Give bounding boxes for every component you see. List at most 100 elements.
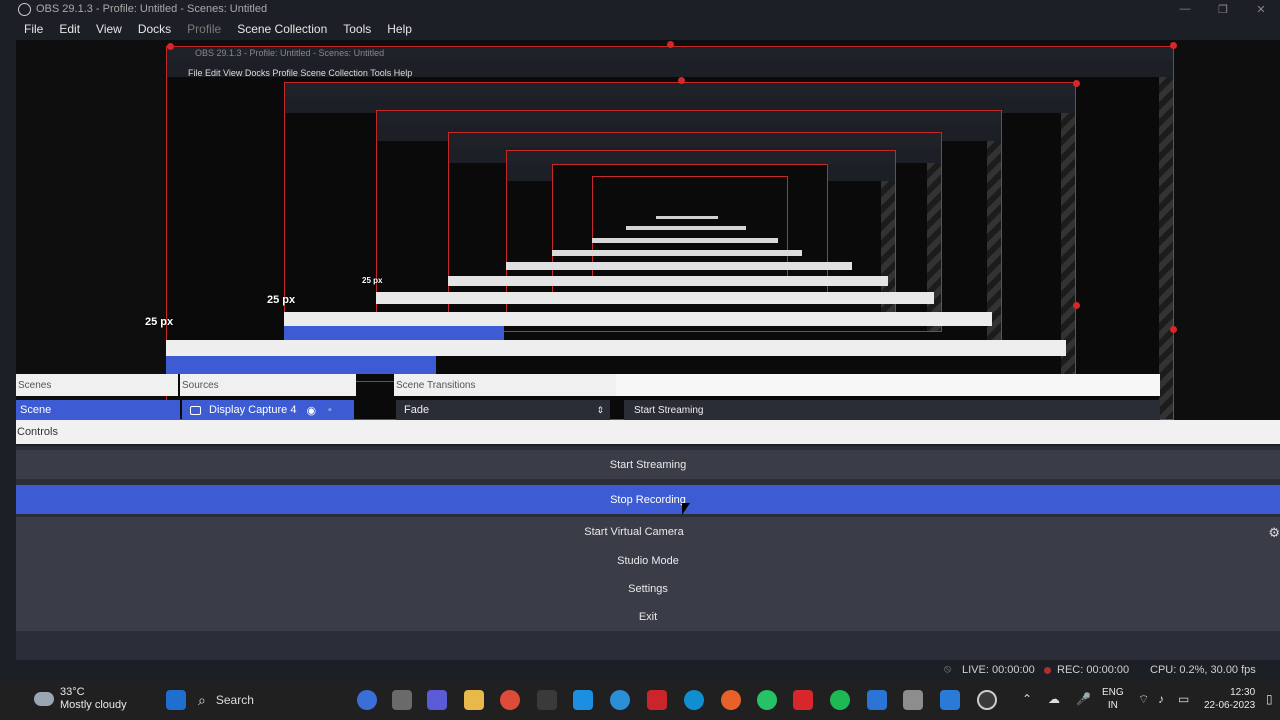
minimize-button[interactable]: — xyxy=(1166,0,1204,18)
cpu-usage: CPU: 0.2%, 30.00 fps xyxy=(1150,664,1256,676)
lang-bottom: IN xyxy=(1107,700,1118,711)
language-indicator[interactable]: ENG IN xyxy=(1102,686,1124,712)
teams-icon[interactable] xyxy=(427,690,447,710)
start-virtual-camera-label: Start Virtual Camera xyxy=(584,525,684,538)
resize-handle[interactable] xyxy=(1073,302,1080,309)
vscode-icon[interactable] xyxy=(940,690,960,710)
nested-scene-strip-2 xyxy=(284,326,504,340)
mouse-cursor xyxy=(682,503,690,515)
menu-bar: File Edit View Docks Profile Scene Colle… xyxy=(0,18,1280,40)
menu-edit[interactable]: Edit xyxy=(59,22,80,36)
window-title: OBS 29.1.3 - Profile: Untitled - Scenes:… xyxy=(36,3,268,15)
menu-tools[interactable]: Tools xyxy=(343,22,371,36)
distance-label: 25 px xyxy=(267,294,296,306)
resize-handle[interactable] xyxy=(678,77,685,84)
task-view-icon[interactable] xyxy=(392,690,412,710)
volume-icon[interactable]: ♪ xyxy=(1158,692,1164,706)
display-capture-icon xyxy=(190,405,201,415)
lang-top: ENG xyxy=(1102,687,1124,698)
menu-docks[interactable]: Docks xyxy=(138,22,171,36)
nested-docks-strip-1 xyxy=(166,340,1066,356)
app-icon[interactable] xyxy=(573,690,593,710)
maximize-button[interactable]: ❐ xyxy=(1204,0,1242,18)
controls-dock: Start Streaming Stop Recording Start Vir… xyxy=(16,446,1280,660)
whatsapp-icon[interactable] xyxy=(757,690,777,710)
nested-docks-strip-8 xyxy=(626,226,746,230)
transition-value: Fade xyxy=(404,404,430,416)
store-icon[interactable] xyxy=(537,690,557,710)
copilot-icon[interactable] xyxy=(357,690,377,710)
live-timer: LIVE: 00:00:00 xyxy=(962,664,1035,676)
clock[interactable]: 12:30 22-06-2023 xyxy=(1204,686,1255,712)
scene-list-item[interactable]: Scene xyxy=(16,400,180,420)
preview-canvas[interactable]: OBS 29.1.3 - Profile: Untitled - Scenes:… xyxy=(16,40,1280,420)
wifi-icon[interactable]: ⌔ xyxy=(1138,692,1149,707)
chrome-icon[interactable] xyxy=(500,690,520,710)
cloud-icon xyxy=(34,692,54,706)
gear-icon[interactable]: ⚙ xyxy=(1268,525,1280,541)
start-streaming-button[interactable]: Start Streaming xyxy=(16,450,1280,480)
nested-scene-strip-1 xyxy=(166,356,436,374)
eye-icon[interactable]: ◉ xyxy=(306,404,316,417)
battery-icon[interactable]: ▭ xyxy=(1178,692,1189,706)
menu-scene-collection[interactable]: Scene Collection xyxy=(237,22,327,36)
shield-app-icon[interactable] xyxy=(647,690,667,710)
distance-label: 25 px xyxy=(362,276,383,285)
nested-docks-strip-3 xyxy=(376,292,934,304)
menu-profile[interactable]: Profile xyxy=(187,22,221,36)
notification-icon[interactable]: ▯ xyxy=(1266,692,1273,706)
firefox-icon[interactable] xyxy=(721,690,741,710)
spotify-icon[interactable] xyxy=(830,690,850,710)
search-icon: ⌕ xyxy=(198,691,206,708)
source-list-item[interactable]: Display Capture 4 ◉ ▪ xyxy=(182,400,354,420)
app-icon[interactable] xyxy=(867,690,887,710)
nested-docks-strip-4 xyxy=(448,276,888,286)
studio-mode-button[interactable]: Studio Mode xyxy=(16,546,1280,576)
resize-handle[interactable] xyxy=(1073,80,1080,87)
weather-condition: Mostly cloudy xyxy=(60,699,127,711)
taskbar: 33°C Mostly cloudy ⌕ Search ⌃ ☁ 🎤 ENG IN… xyxy=(0,680,1280,720)
resize-handle[interactable] xyxy=(667,41,674,48)
transitions-dock-header: Scene Transitions xyxy=(394,374,616,396)
nested-docks-strip-2 xyxy=(284,312,992,326)
microphone-icon[interactable]: 🎤 xyxy=(1076,692,1091,706)
weather-widget[interactable]: 33°C Mostly cloudy xyxy=(34,686,127,712)
docks-area: Scenes Sources Scene Transitions Scene D… xyxy=(16,374,1160,420)
transition-select[interactable]: Fade ⇕ xyxy=(396,400,610,420)
menu-help[interactable]: Help xyxy=(387,22,412,36)
nested-docks-strip-7 xyxy=(592,238,778,243)
mini-start-streaming[interactable]: Start Streaming xyxy=(624,400,1160,420)
resize-handle[interactable] xyxy=(1170,326,1177,333)
file-explorer-icon[interactable] xyxy=(464,690,484,710)
obs-taskbar-icon[interactable] xyxy=(977,690,997,710)
menu-file[interactable]: File xyxy=(24,22,43,36)
controls-dock-header: Controls xyxy=(16,420,1280,444)
exit-button[interactable]: Exit xyxy=(16,602,1280,632)
close-button[interactable]: ✕ xyxy=(1242,0,1280,18)
temperature: 33°C xyxy=(60,686,85,698)
chevron-up-icon[interactable]: ⌃ xyxy=(1022,692,1032,706)
search-box[interactable]: ⌕ Search xyxy=(198,688,348,712)
resize-handle[interactable] xyxy=(167,43,174,50)
lock-icon[interactable]: ▪ xyxy=(328,404,332,416)
start-icon[interactable] xyxy=(166,690,186,710)
resize-handle[interactable] xyxy=(1170,42,1177,49)
start-virtual-camera-button[interactable]: Start Virtual Camera ⚙ xyxy=(16,517,1280,547)
status-bar: ⦸ LIVE: 00:00:00 REC: 00:00:00 CPU: 0.2%… xyxy=(0,660,1280,680)
nested-menu: File Edit View Docks Profile Scene Colle… xyxy=(188,68,413,78)
wps-icon[interactable] xyxy=(793,690,813,710)
stop-recording-button[interactable]: Stop Recording xyxy=(16,485,1280,515)
app-icon[interactable] xyxy=(610,690,630,710)
window-titlebar: OBS 29.1.3 - Profile: Untitled - Scenes:… xyxy=(0,0,1280,18)
edge-icon[interactable] xyxy=(684,690,704,710)
signal-icon: ⦸ xyxy=(944,663,952,675)
nested-docks-strip-6 xyxy=(552,250,802,256)
notepad-icon[interactable] xyxy=(903,690,923,710)
spinner-icon: ⇕ xyxy=(596,404,604,415)
date: 22-06-2023 xyxy=(1204,700,1256,711)
onedrive-icon[interactable]: ☁ xyxy=(1048,692,1060,706)
window-controls: — ❐ ✕ xyxy=(1166,0,1280,18)
menu-view[interactable]: View xyxy=(96,22,122,36)
controls-mini-header xyxy=(616,374,1160,396)
settings-button[interactable]: Settings xyxy=(16,574,1280,604)
